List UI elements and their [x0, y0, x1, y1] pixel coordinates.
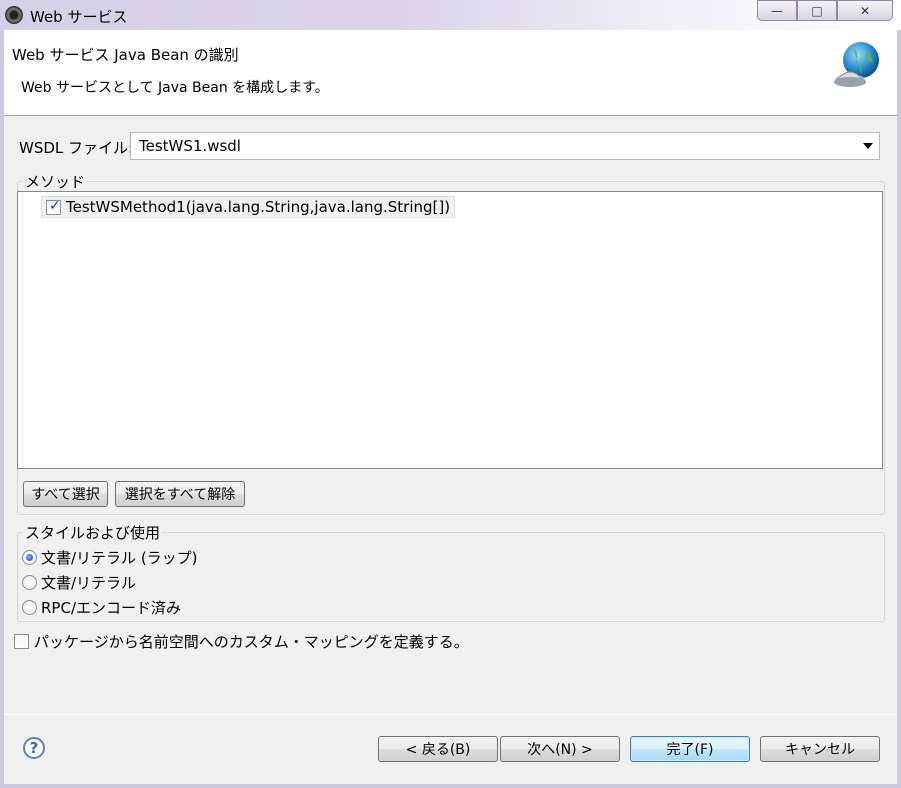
web-service-globe-icon — [834, 42, 879, 87]
checkmark-icon: ✓ — [49, 198, 61, 214]
chevron-down-icon[interactable] — [863, 143, 873, 149]
style-group-title: スタイルおよび使用 — [23, 522, 163, 543]
radio-rpc-encoded[interactable]: RPC/エンコード済み — [22, 596, 181, 618]
custom-mapping-option[interactable]: パッケージから名前空間へのカスタム・マッピングを定義する。 — [14, 630, 469, 652]
close-button[interactable]: ✕ — [837, 0, 893, 21]
page-title: Web サービス Java Bean の識別 — [12, 46, 239, 64]
wsdl-file-value: TestWS1.wsdl — [139, 137, 241, 155]
select-all-button[interactable]: すべて選択 — [23, 481, 108, 507]
page-description: Web サービスとして Java Bean を構成します。 — [21, 80, 329, 96]
custom-mapping-checkbox[interactable] — [14, 633, 29, 649]
radio-document-literal[interactable]: 文書/リテラル — [22, 571, 136, 593]
dialog-client: Web サービス Java Bean の識別 Web サービスとして Java … — [4, 30, 897, 784]
wsdl-file-combo[interactable]: TestWS1.wsdl — [130, 132, 880, 160]
method-label: TestWSMethod1(java.lang.String,java.lang… — [66, 198, 451, 216]
finish-button[interactable]: 完了(F) — [630, 736, 750, 762]
wsdl-file-label: WSDL ファイル: — [19, 139, 134, 157]
maximize-button[interactable]: □ — [797, 0, 837, 21]
custom-mapping-label: パッケージから名前空間へのカスタム・マッピングを定義する。 — [34, 632, 469, 651]
method-group-title: メソッド — [23, 171, 88, 192]
radio-button[interactable] — [22, 599, 37, 615]
radio-button[interactable] — [22, 549, 37, 565]
footer-divider — [4, 714, 897, 715]
close-icon: ✕ — [859, 3, 871, 18]
title-bar[interactable]: Web サービス — □ ✕ — [0, 0, 901, 30]
wizard-header: Web サービス Java Bean の識別 Web サービスとして Java … — [4, 30, 897, 116]
radio-label: RPC/エンコード済み — [41, 598, 181, 617]
eclipse-app-icon — [5, 6, 23, 24]
minimize-icon: — — [771, 3, 783, 18]
cancel-button[interactable]: キャンセル — [760, 736, 880, 762]
back-button[interactable]: < 戻る(B) — [378, 736, 498, 762]
window-title: Web サービス — [30, 8, 128, 26]
radio-label: 文書/リテラル — [41, 573, 137, 592]
window-controls: — □ ✕ — [757, 0, 893, 22]
maximize-icon: □ — [811, 3, 823, 18]
next-button[interactable]: 次へ(N) > — [500, 736, 620, 762]
deselect-all-button[interactable]: 選択をすべて解除 — [115, 481, 245, 507]
method-checkbox[interactable]: ✓ — [46, 198, 61, 215]
dialog-window: Web サービス — □ ✕ Web サービス Java Bean の識別 We… — [0, 0, 901, 788]
radio-document-literal-wrapped[interactable]: 文書/リテラル (ラップ) — [22, 546, 198, 568]
radio-label: 文書/リテラル (ラップ) — [41, 548, 198, 567]
minimize-button[interactable]: — — [757, 0, 797, 21]
list-item[interactable]: ✓ TestWSMethod1(java.lang.String,java.la… — [41, 196, 456, 218]
method-list[interactable]: ✓ TestWSMethod1(java.lang.String,java.la… — [17, 191, 883, 469]
help-icon[interactable]: ? — [23, 737, 45, 759]
radio-button[interactable] — [22, 574, 37, 590]
